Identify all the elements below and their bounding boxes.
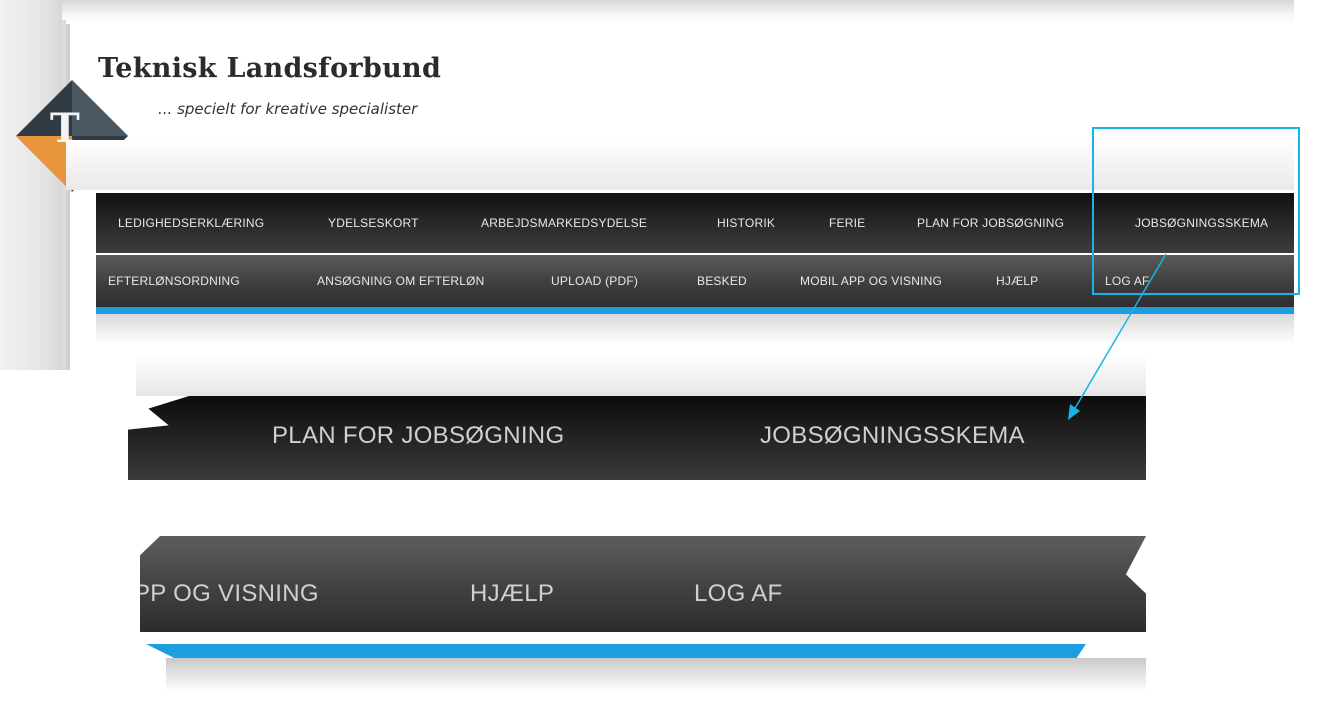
zoom-detail: PLAN FOR JOBSØGNING JOBSØGNINGSSKEMA PP …: [126, 354, 1166, 700]
page-edge: [62, 20, 66, 370]
zoom-item-mobil-app-og-visning[interactable]: PP OG VISNING: [140, 580, 319, 608]
nav-item-mobil-app-og-visning[interactable]: MOBIL APP OG VISNING: [800, 274, 942, 288]
brand-tagline: ... specielt for kreative specialister: [158, 100, 418, 118]
header-fade: [66, 140, 1294, 190]
zoom-item-plan-for-jobsoegning[interactable]: PLAN FOR JOBSØGNING: [272, 422, 564, 450]
nav-item-ansoegning-om-efterloen[interactable]: ANSØGNING OM EFTERLØN: [317, 274, 485, 288]
nav-item-plan-for-jobsoegning[interactable]: PLAN FOR JOBSØGNING: [917, 216, 1064, 230]
nav-item-arbejdsmarkedsydelse[interactable]: ARBEJDSMARKEDSYDELSE: [481, 216, 647, 230]
nav-item-historik[interactable]: HISTORIK: [717, 216, 775, 230]
zoom-shadow: [166, 658, 1146, 692]
zoom-nav-row-1: PLAN FOR JOBSØGNING JOBSØGNINGSSKEMA: [128, 396, 1146, 480]
zoom-item-jobsoegningsskema[interactable]: JOBSØGNINGSSKEMA: [760, 422, 1025, 450]
nav-accent-bar: [96, 307, 1294, 314]
nav-item-hjaelp[interactable]: HJÆLP: [996, 274, 1038, 288]
nav-item-ferie[interactable]: FERIE: [829, 216, 865, 230]
zoom-accent-bar: [146, 644, 1086, 658]
nav-shadow: [96, 314, 1294, 344]
nav-item-jobsoegningsskema[interactable]: JOBSØGNINGSSKEMA: [1135, 216, 1268, 230]
nav-item-ydelseskort[interactable]: YDELSESKORT: [328, 216, 419, 230]
nav-item-efterloensordning[interactable]: EFTERLØNSORDNING: [108, 274, 240, 288]
zoom-item-log-af[interactable]: LOG AF: [694, 580, 783, 608]
nav-item-log-af[interactable]: LOG AF: [1105, 274, 1150, 288]
top-shadow: [62, 0, 1294, 24]
nav-item-upload-pdf[interactable]: UPLOAD (PDF): [551, 274, 638, 288]
nav-item-ledighedserklaering[interactable]: LEDIGHEDSERKLÆRING: [118, 216, 264, 230]
zoom-item-hjaelp[interactable]: HJÆLP: [470, 580, 554, 608]
zoom-nav-row-2: PP OG VISNING HJÆLP LOG AF: [140, 536, 1146, 632]
main-nav-row-2: EFTERLØNSORDNING ANSØGNING OM EFTERLØN U…: [96, 255, 1294, 307]
brand-title[interactable]: Teknisk Landsforbund: [98, 53, 441, 84]
main-nav-row-1: LEDIGHEDSERKLÆRING YDELSESKORT ARBEJDSMA…: [96, 193, 1294, 253]
nav-item-besked[interactable]: BESKED: [697, 274, 747, 288]
zoom-fade: [136, 354, 1146, 396]
